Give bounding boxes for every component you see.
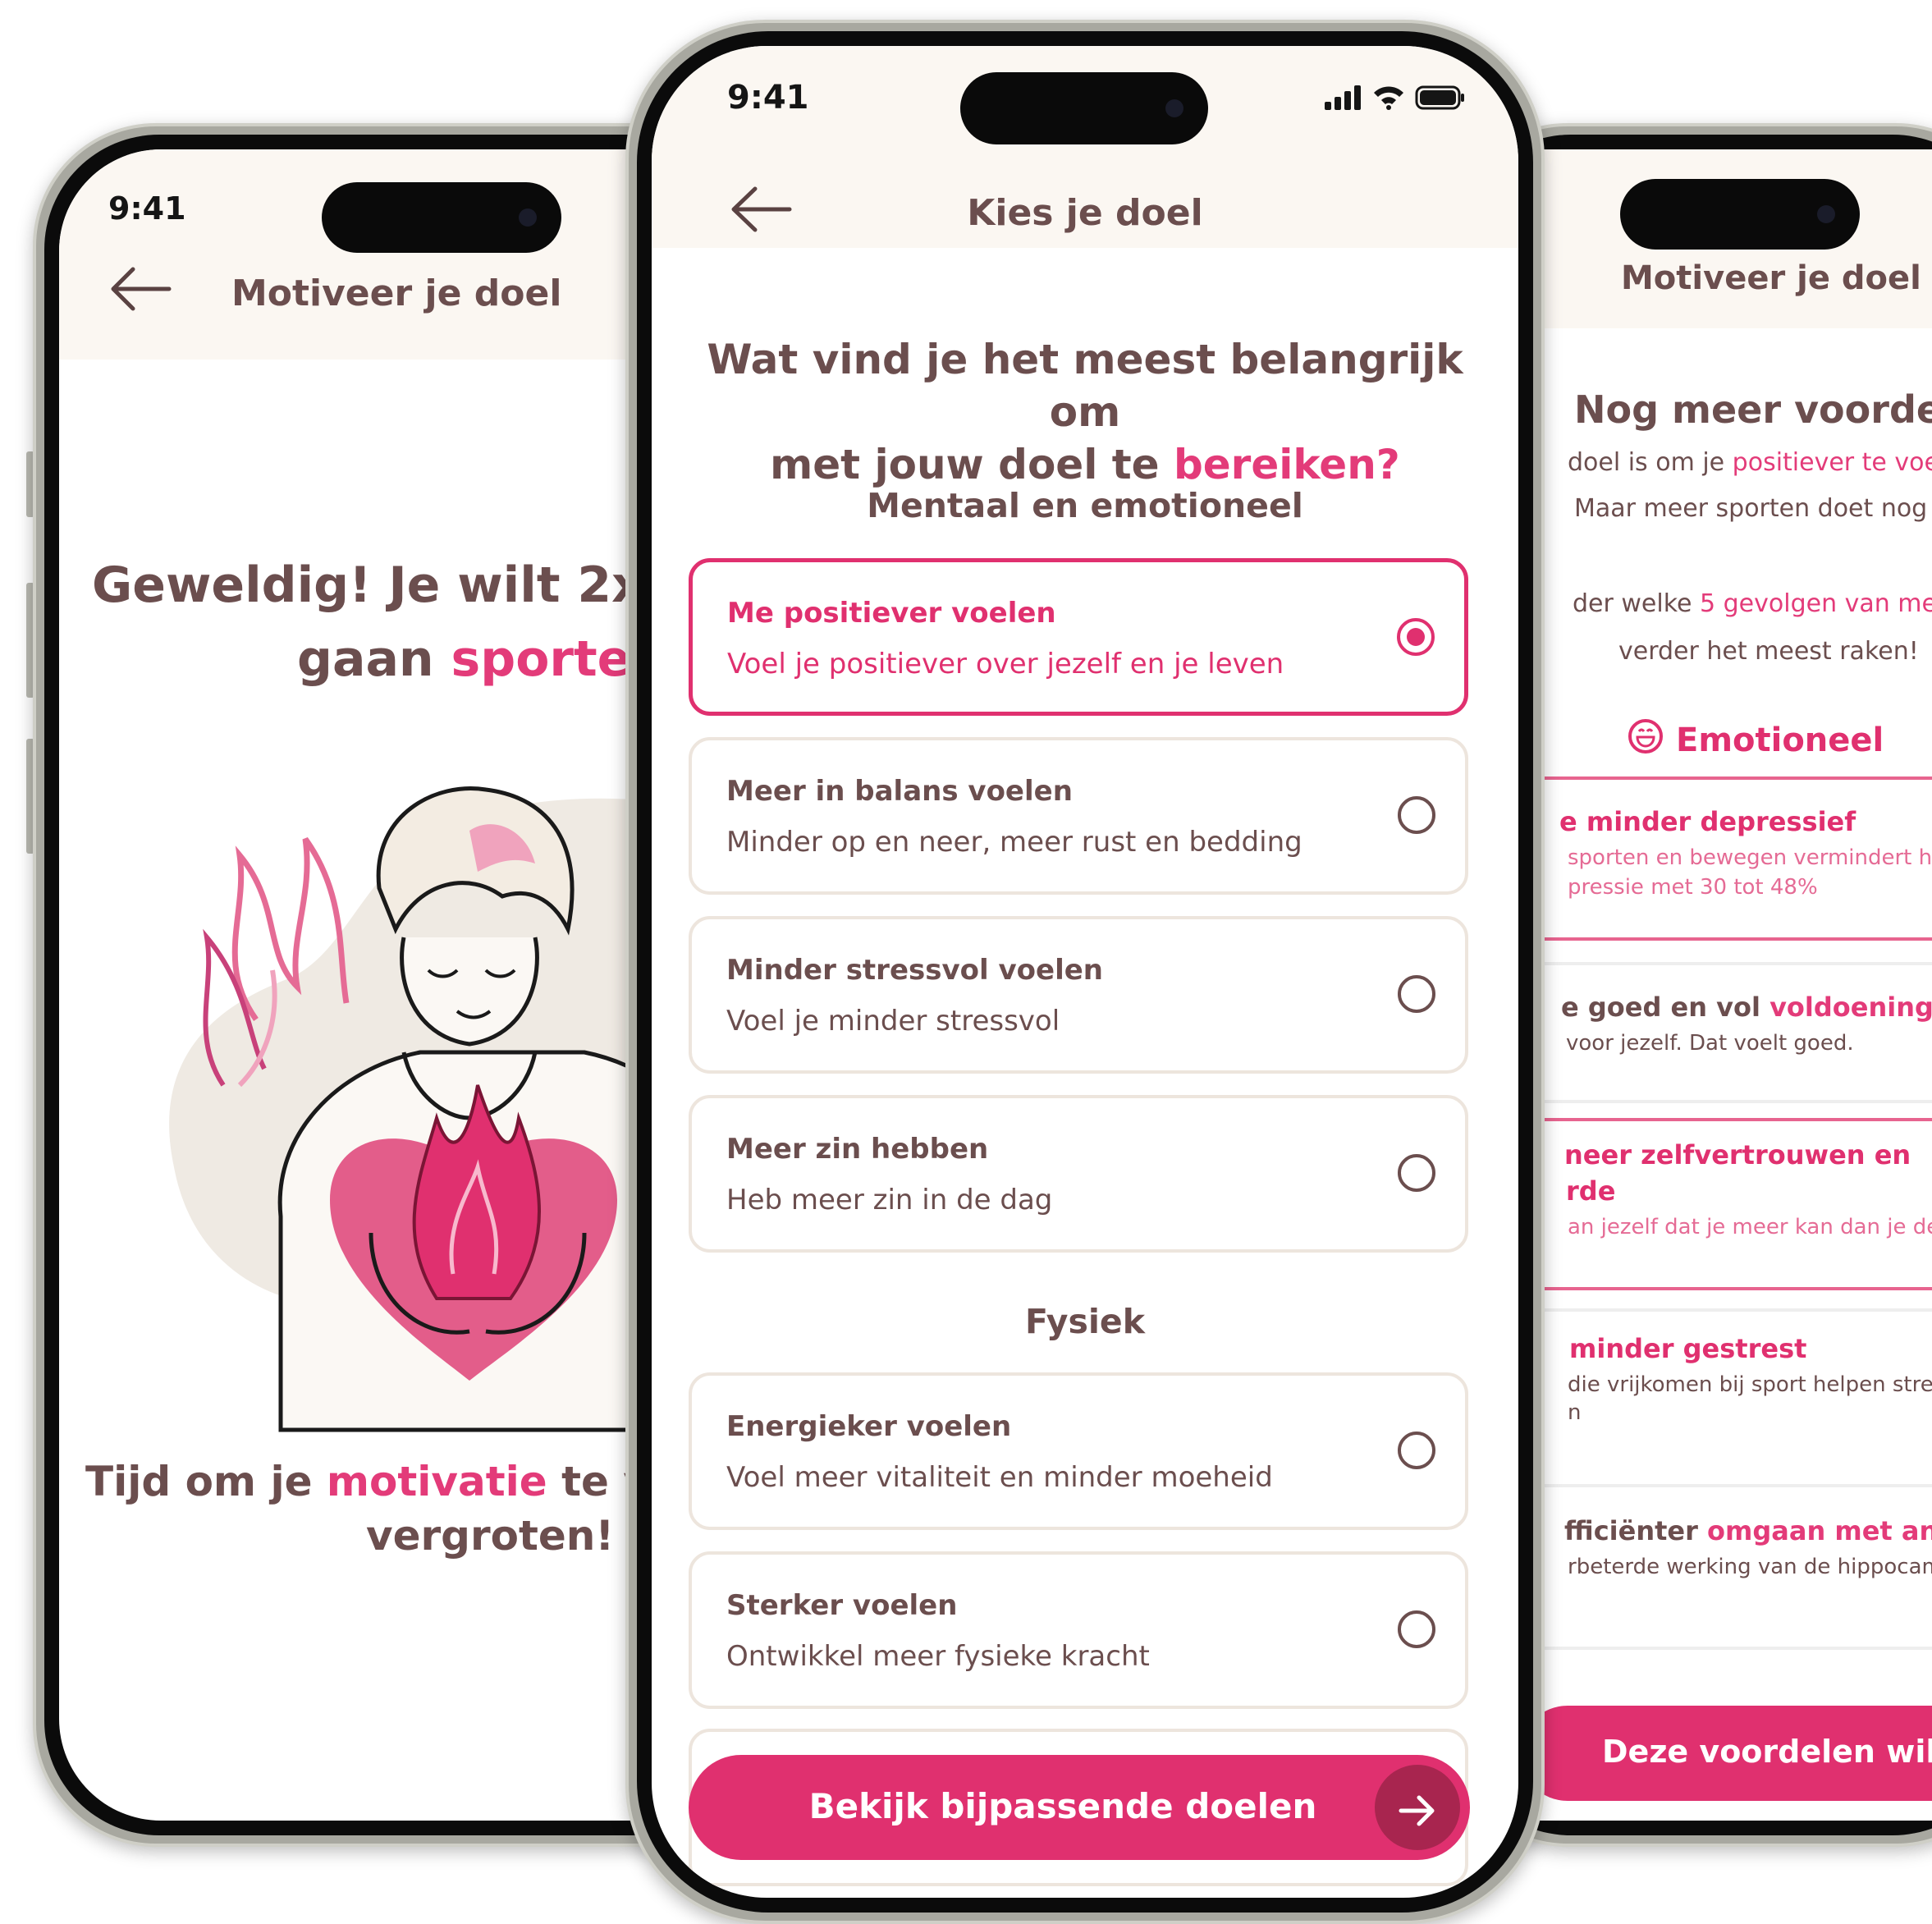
status-time: 9:41 (727, 79, 809, 117)
signal-icon (1325, 85, 1362, 113)
question-highlight: bereiken? (1173, 441, 1400, 488)
benefit-title: fficiënter omgaan met angst (1564, 1515, 1932, 1546)
benefits-cta-label: Deze voordelen wil ik (1602, 1734, 1932, 1770)
question-text: met jouw doel te (770, 441, 1174, 488)
option-card-strength[interactable]: Sterker voelen Ontwikkel meer fysieke kr… (689, 1551, 1468, 1709)
benefit-desc: an jezelf dat je meer kan dan je denkt (1568, 1215, 1932, 1239)
cta-label: Bekijk bijpassende doelen (808, 1786, 1317, 1826)
option-card-stress[interactable]: Minder stressvol voelen Voel je minder s… (689, 916, 1468, 1074)
camera (1817, 205, 1835, 223)
intro-text: der welke (1573, 589, 1700, 618)
benefit-desc: rbeterde werking van de hippocampu (1568, 1555, 1932, 1579)
intro-line1: doel is om je positiever te voelen (1568, 448, 1932, 477)
benefits-heading: Nog meer voordelen! (1574, 387, 1932, 432)
intro-highlight: positiever te voelen (1732, 448, 1932, 477)
question-line1: Wat vind je het meest belangrijk om (707, 336, 1463, 436)
option-subtitle: Minder op en neer, meer rust en bedding (726, 826, 1302, 859)
view-goals-button[interactable]: Bekijk bijpassende doelen (689, 1755, 1470, 1860)
option-subtitle: Heb meer zin in de dag (726, 1184, 1053, 1216)
footer-text-a: Tijd om je (85, 1458, 327, 1505)
radio-empty-icon[interactable] (1398, 1610, 1435, 1648)
status-time: 9:41 (108, 190, 186, 227)
option-title: Sterker voelen (726, 1589, 958, 1622)
camera (519, 208, 537, 227)
option-card-zin[interactable]: Meer zin hebben Heb meer zin in de dag (689, 1095, 1468, 1253)
dynamic-island (960, 72, 1208, 144)
nav-title: Motiveer je doel (1621, 259, 1921, 297)
benefits-cta-button[interactable]: Deze voordelen wil ik (1520, 1706, 1932, 1801)
benefit-desc: sporten en bewegen vermindert het (1568, 845, 1932, 870)
benefit-title: neer zelfvertrouwen en (1564, 1139, 1911, 1170)
option-card-energy[interactable]: Energieker voelen Voel meer vitaliteit e… (689, 1372, 1468, 1530)
benefit-title-highlight: voldoening (1769, 992, 1932, 1023)
benefit-desc: die vrijkomen bij sport helpen stress te (1568, 1372, 1932, 1397)
benefit-title: rde (1566, 1175, 1616, 1207)
benefit-title-text: e goed en vol (1561, 992, 1770, 1023)
radio-empty-icon[interactable] (1398, 1432, 1435, 1469)
section-mental-title: Mentaal en emotioneel (867, 486, 1303, 525)
benefit-desc: voor jezelf. Dat voelt goed. (1566, 1031, 1854, 1056)
radio-empty-icon[interactable] (1398, 975, 1435, 1013)
nav-title: Kies je doel (967, 192, 1203, 234)
question-line2: met jouw doel te bereiken? (684, 438, 1486, 491)
option-subtitle: Voel je positiever over jezelf en je lev… (727, 648, 1284, 680)
option-title: Me positiever voelen (727, 597, 1056, 630)
footer-highlight: motivatie (326, 1458, 547, 1505)
option-title: Energieker voelen (726, 1410, 1012, 1443)
intro-highlight: 5 gevolgen van meer (1700, 589, 1932, 618)
dynamic-island (1620, 179, 1860, 250)
wifi-icon (1372, 84, 1405, 113)
phone-main: 9:41 Kies je doel Wat vind je het meest … (625, 20, 1545, 1924)
radio-selected-icon[interactable] (1397, 618, 1435, 656)
option-title: Meer in balans voelen (726, 775, 1073, 808)
radio-empty-icon[interactable] (1398, 796, 1435, 834)
nav-title: Motiveer je doel (231, 273, 562, 314)
option-subtitle: Voel meer vitaliteit en minder moeheid (726, 1461, 1273, 1494)
battery-icon (1415, 85, 1466, 113)
radio-empty-icon[interactable] (1398, 1154, 1435, 1192)
arrow-right-icon[interactable] (1375, 1765, 1460, 1850)
smile-icon (1627, 717, 1664, 763)
camera (1165, 99, 1183, 117)
benefit-title-highlight: omgaan met angst (1707, 1515, 1932, 1546)
dynamic-island (322, 182, 561, 253)
benefit-title: minder gestrest (1569, 1333, 1807, 1364)
intro-text: doel is om je (1568, 448, 1733, 477)
headline-text: gaan (297, 630, 451, 688)
option-subtitle: Voel je minder stressvol (726, 1005, 1060, 1038)
intro-line4: verder het meest raken! (1618, 637, 1919, 666)
option-card-balance[interactable]: Meer in balans voelen Minder op en neer,… (689, 737, 1468, 895)
benefit-title: e goed en vol voldoening (1561, 992, 1932, 1023)
option-title: Minder stressvol voelen (726, 954, 1103, 987)
benefit-desc: pressie met 30 tot 48% (1568, 875, 1818, 900)
status-icons (1325, 82, 1489, 115)
intro-line2: Maar meer sporten doet nog m (1574, 494, 1932, 523)
option-subtitle: Ontwikkel meer fysieke kracht (726, 1640, 1150, 1673)
option-title: Meer zin hebben (726, 1133, 989, 1166)
category-label: Emotioneel (1676, 722, 1884, 759)
category-emotioneel[interactable]: Emotioneel (1627, 717, 1884, 763)
section-physical-title: Fysiek (1024, 1302, 1146, 1341)
intro-line3: der welke 5 gevolgen van meer (1573, 589, 1932, 618)
question-heading: Wat vind je het meest belangrijk om met … (684, 333, 1486, 491)
screen: 9:41 Kies je doel Wat vind je het meest … (652, 46, 1518, 1898)
benefit-title-text: fficiënter (1564, 1515, 1708, 1546)
option-card-positive[interactable]: Me positiever voelen Voel je positiever … (689, 558, 1468, 716)
back-arrow-icon[interactable] (108, 264, 174, 317)
benefit-desc: n (1568, 1400, 1582, 1425)
benefit-title: e minder depressief (1559, 806, 1856, 837)
